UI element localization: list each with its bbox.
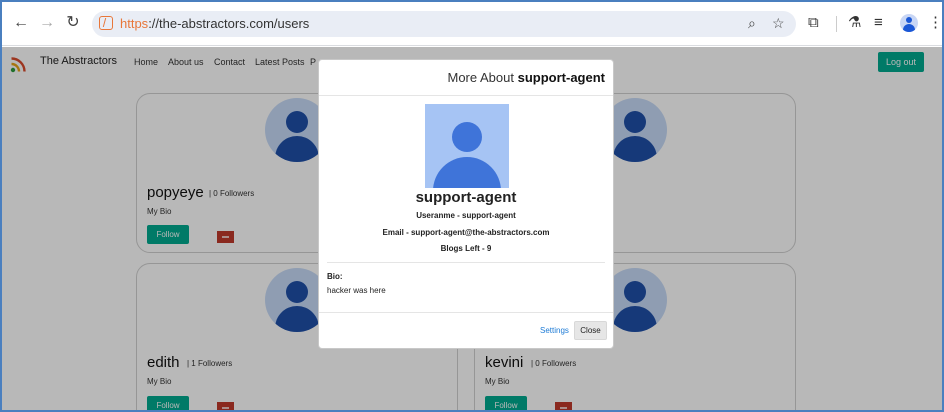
modal-divider <box>327 262 605 263</box>
labs-flask-icon[interactable]: ⚗ <box>848 14 861 32</box>
site-info-icon[interactable] <box>99 16 113 30</box>
reload-icon[interactable]: ↻ <box>64 14 82 32</box>
browser-window: ← → ↻ https://the-abstractors.com/users … <box>0 0 944 412</box>
bio-label: Bio: <box>327 272 343 281</box>
address-bar[interactable]: https://the-abstractors.com/users ⌕ ☆ <box>92 11 796 37</box>
modal-username: support-agent <box>415 189 517 206</box>
settings-link[interactable]: Settings <box>540 326 569 335</box>
browser-toolbar: ← → ↻ https://the-abstractors.com/users … <box>2 2 942 46</box>
media-queue-icon[interactable]: ≡ <box>874 14 883 32</box>
bookmark-star-icon[interactable]: ☆ <box>772 15 785 32</box>
user-details-modal: More About support-agent support-agent U… <box>318 59 614 349</box>
zoom-icon[interactable]: ⌕ <box>748 15 756 32</box>
profile-avatar-icon[interactable] <box>900 14 918 32</box>
close-button[interactable]: Close <box>574 321 607 340</box>
bio-text: hacker was here <box>327 286 386 295</box>
modal-divider <box>319 95 613 96</box>
email-line: Email - support-agent@the-abstractors.co… <box>382 228 550 237</box>
back-icon[interactable]: ← <box>12 14 30 32</box>
menu-kebab-icon[interactable]: ⋮ <box>928 14 942 32</box>
forward-icon[interactable]: → <box>38 14 56 32</box>
extensions-icon[interactable]: ⧉ <box>808 14 819 32</box>
blogs-left-line: Blogs Left - 9 <box>440 244 492 253</box>
modal-divider <box>319 312 613 313</box>
page-content: The Abstractors Home About us Contact La… <box>2 47 942 410</box>
username-line: Useranme - support-agent <box>416 211 516 220</box>
modal-title: More About support-agent <box>447 70 606 85</box>
toolbar-divider <box>836 16 837 32</box>
url-text[interactable]: https://the-abstractors.com/users <box>120 16 309 31</box>
modal-avatar <box>425 104 509 188</box>
